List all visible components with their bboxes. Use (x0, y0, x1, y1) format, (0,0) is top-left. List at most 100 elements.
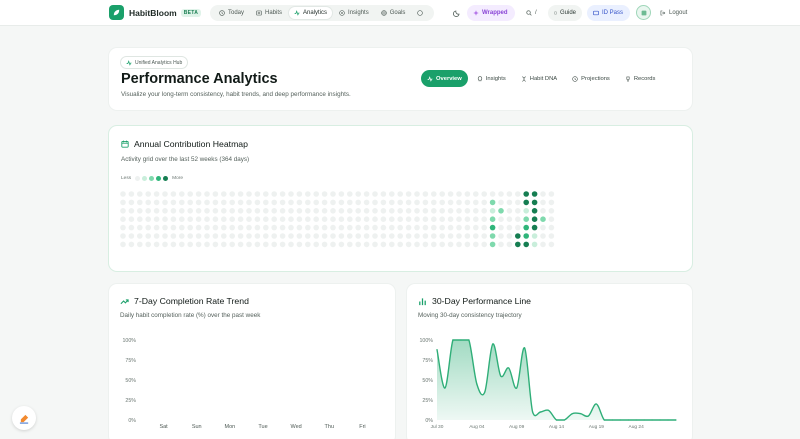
heatmap-cell[interactable] (170, 241, 177, 248)
heatmap-cell[interactable] (456, 241, 462, 248)
heatmap-cell[interactable] (531, 224, 538, 231)
performance-point[interactable] (619, 419, 621, 421)
heatmap-cell[interactable] (389, 241, 395, 248)
heatmap-cell[interactable] (263, 191, 269, 197)
heatmap-cell[interactable] (170, 208, 177, 214)
heatmap-cell[interactable] (338, 208, 345, 214)
heatmap-cell[interactable] (313, 224, 319, 231)
heatmap-cell[interactable] (212, 216, 219, 222)
search-button[interactable]: / (520, 5, 544, 21)
heatmap-cell[interactable] (540, 191, 546, 197)
heatmap-cell[interactable] (321, 191, 328, 197)
performance-point[interactable] (651, 419, 653, 421)
heatmap-cell[interactable] (279, 241, 286, 248)
performance-point[interactable] (524, 347, 526, 349)
heatmap-cell[interactable] (246, 241, 252, 248)
heatmap-cell[interactable] (431, 216, 437, 222)
heatmap-cell[interactable] (120, 241, 126, 248)
heatmap-cell[interactable] (464, 224, 471, 231)
heatmap-cell[interactable] (422, 199, 429, 206)
heatmap-cell[interactable] (489, 191, 496, 197)
heatmap-cell[interactable] (246, 191, 252, 197)
heatmap-cell[interactable] (229, 199, 235, 206)
heatmap-cell[interactable] (271, 241, 277, 248)
heatmap-cell[interactable] (380, 224, 387, 231)
performance-point[interactable] (659, 419, 661, 421)
performance-point[interactable] (500, 375, 502, 377)
heatmap-cell[interactable] (246, 224, 252, 231)
heatmap-cell[interactable] (405, 216, 412, 222)
heatmap-cell[interactable] (372, 199, 378, 206)
heatmap-cell[interactable] (447, 241, 454, 248)
heatmap-cell[interactable] (439, 208, 446, 214)
logout-button[interactable]: Logout (660, 5, 687, 21)
heatmap-cell[interactable] (389, 233, 395, 239)
heatmap-cell[interactable] (397, 199, 404, 206)
heatmap-cell[interactable] (498, 233, 504, 239)
heatmap-cell[interactable] (237, 216, 244, 222)
performance-point[interactable] (539, 411, 542, 413)
heatmap-cell[interactable] (397, 224, 404, 231)
heatmap-cell[interactable] (145, 224, 151, 231)
heatmap-cell[interactable] (221, 233, 227, 239)
heatmap-cell[interactable] (489, 224, 496, 231)
heatmap-cell[interactable] (422, 233, 429, 239)
heatmap-cell[interactable] (506, 233, 513, 239)
heatmap-cell[interactable] (254, 216, 261, 222)
tab-insights[interactable]: Insights (471, 70, 512, 87)
heatmap-cell[interactable] (338, 191, 345, 197)
heatmap-cell[interactable] (153, 199, 160, 206)
heatmap-cell[interactable] (195, 233, 202, 239)
heatmap-cell[interactable] (145, 191, 151, 197)
heatmap-cell[interactable] (221, 216, 227, 222)
heatmap-cell[interactable] (523, 216, 529, 222)
heatmap-cell[interactable] (179, 241, 185, 248)
heatmap-cell[interactable] (145, 241, 151, 248)
heatmap-cell[interactable] (464, 216, 471, 222)
heatmap-cell[interactable] (464, 199, 471, 206)
heatmap-cell[interactable] (515, 199, 521, 206)
heatmap-cell[interactable] (439, 216, 446, 222)
heatmap-cell[interactable] (489, 241, 496, 248)
heatmap-cell[interactable] (481, 241, 488, 248)
heatmap-cell[interactable] (187, 241, 193, 248)
performance-point[interactable] (468, 339, 470, 341)
quick-note-button[interactable] (12, 406, 36, 430)
heatmap-cell[interactable] (145, 216, 151, 222)
performance-point[interactable] (508, 367, 510, 369)
heatmap-cell[interactable] (128, 216, 135, 222)
heatmap-cell[interactable] (414, 233, 420, 239)
heatmap-cell[interactable] (120, 208, 126, 214)
heatmap-cell[interactable] (447, 216, 454, 222)
heatmap-cell[interactable] (372, 191, 378, 197)
heatmap-cell[interactable] (296, 224, 303, 231)
heatmap-cell[interactable] (422, 191, 429, 197)
heatmap-cell[interactable] (170, 216, 177, 222)
heatmap-cell[interactable] (204, 191, 210, 197)
heatmap-cell[interactable] (338, 224, 345, 231)
heatmap-cell[interactable] (414, 208, 420, 214)
heatmap-cell[interactable] (288, 233, 294, 239)
heatmap-cell[interactable] (313, 191, 319, 197)
heatmap-cell[interactable] (137, 216, 143, 222)
heatmap-cell[interactable] (540, 216, 546, 222)
performance-point[interactable] (547, 409, 550, 411)
heatmap-cell[interactable] (431, 241, 437, 248)
heatmap-cell[interactable] (145, 233, 151, 239)
heatmap-cell[interactable] (355, 224, 361, 231)
heatmap-cell[interactable] (389, 199, 395, 206)
heatmap-cell[interactable] (431, 199, 437, 206)
heatmap-cell[interactable] (321, 224, 328, 231)
heatmap-cell[interactable] (221, 208, 227, 214)
heatmap-cell[interactable] (195, 241, 202, 248)
heatmap-cell[interactable] (355, 241, 361, 248)
heatmap-cell[interactable] (179, 199, 185, 206)
heatmap-cell[interactable] (431, 208, 437, 214)
heatmap-cell[interactable] (531, 241, 538, 248)
heatmap-cell[interactable] (372, 216, 378, 222)
heatmap-cell[interactable] (355, 233, 361, 239)
heatmap-cell[interactable] (120, 191, 126, 197)
heatmap-cell[interactable] (120, 224, 126, 231)
heatmap-cell[interactable] (548, 216, 555, 222)
heatmap-cell[interactable] (540, 241, 546, 248)
